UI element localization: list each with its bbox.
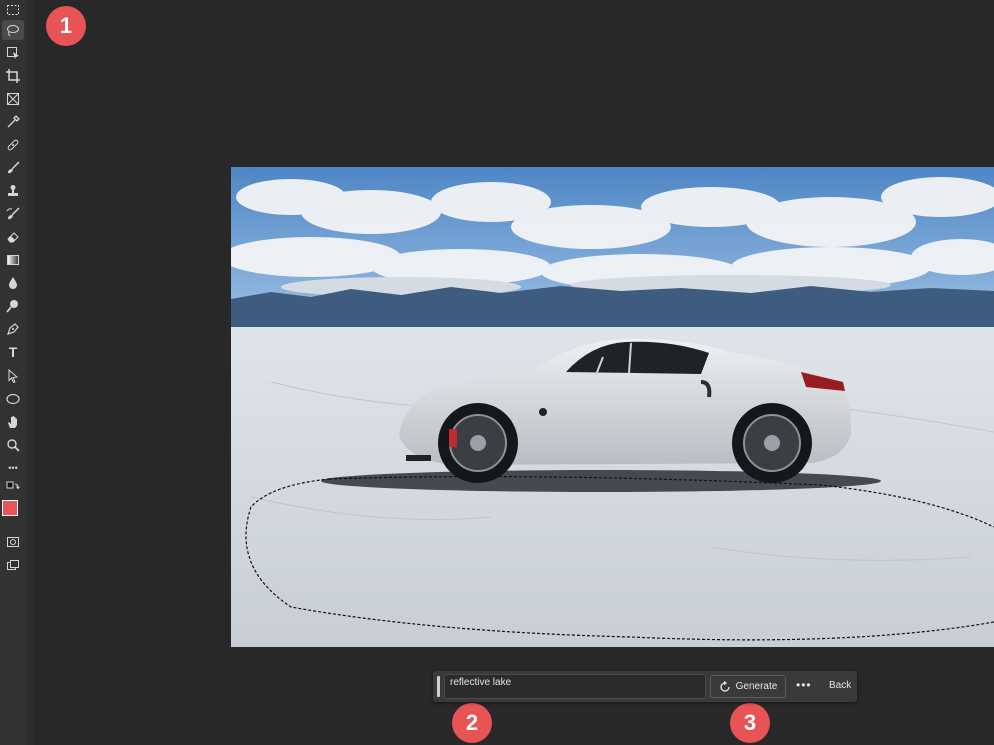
taskbar-drag-handle[interactable] [437, 676, 440, 697]
crop-tool-icon[interactable] [2, 66, 24, 86]
callout-badge-2: 2 [452, 703, 492, 743]
contextual-taskbar: reflective lake Generate ••• Back [433, 671, 857, 702]
tools-panel: T ••• [0, 0, 34, 745]
foreground-color-swatch[interactable] [2, 500, 18, 516]
quick-mask-icon[interactable] [2, 532, 24, 552]
object-selection-tool-icon[interactable] [2, 43, 24, 63]
pen-tool-icon[interactable] [2, 319, 24, 339]
gradient-tool-icon[interactable] [2, 250, 24, 270]
frame-tool-icon[interactable] [2, 89, 24, 109]
lasso-tool-icon[interactable] [2, 20, 24, 40]
history-brush-tool-icon[interactable] [2, 204, 24, 224]
brush-tool-icon[interactable] [2, 158, 24, 178]
generate-label: Generate [735, 681, 778, 692]
default-colors-icon[interactable] [2, 481, 24, 495]
color-swatches[interactable] [0, 500, 27, 530]
dodge-tool-icon[interactable] [2, 296, 24, 316]
hand-tool-icon[interactable] [2, 412, 24, 432]
generate-button[interactable]: Generate [710, 675, 786, 698]
eyedropper-tool-icon[interactable] [2, 112, 24, 132]
callout-badge-3: 3 [730, 703, 770, 743]
marquee-tool-icon[interactable] [2, 0, 24, 20]
healing-brush-tool-icon[interactable] [2, 135, 24, 155]
clone-stamp-tool-icon[interactable] [2, 181, 24, 201]
more-tools-icon[interactable]: ••• [2, 458, 24, 478]
generative-fill-prompt-input[interactable]: reflective lake [444, 674, 706, 699]
type-tool-icon[interactable]: T [2, 342, 24, 362]
path-selection-tool-icon[interactable] [2, 366, 24, 386]
panel-divider [27, 0, 34, 745]
document-canvas[interactable] [231, 167, 994, 647]
car-photo [231, 167, 994, 647]
screen-mode-icon[interactable] [2, 555, 24, 575]
generate-icon [720, 680, 730, 692]
ellipse-tool-icon[interactable] [2, 389, 24, 409]
blur-tool-icon[interactable] [2, 273, 24, 293]
more-options-button[interactable]: ••• [796, 678, 812, 692]
zoom-tool-icon[interactable] [2, 435, 24, 455]
back-button[interactable]: Back [829, 680, 851, 691]
callout-badge-1: 1 [46, 6, 86, 46]
eraser-tool-icon[interactable] [2, 227, 24, 247]
